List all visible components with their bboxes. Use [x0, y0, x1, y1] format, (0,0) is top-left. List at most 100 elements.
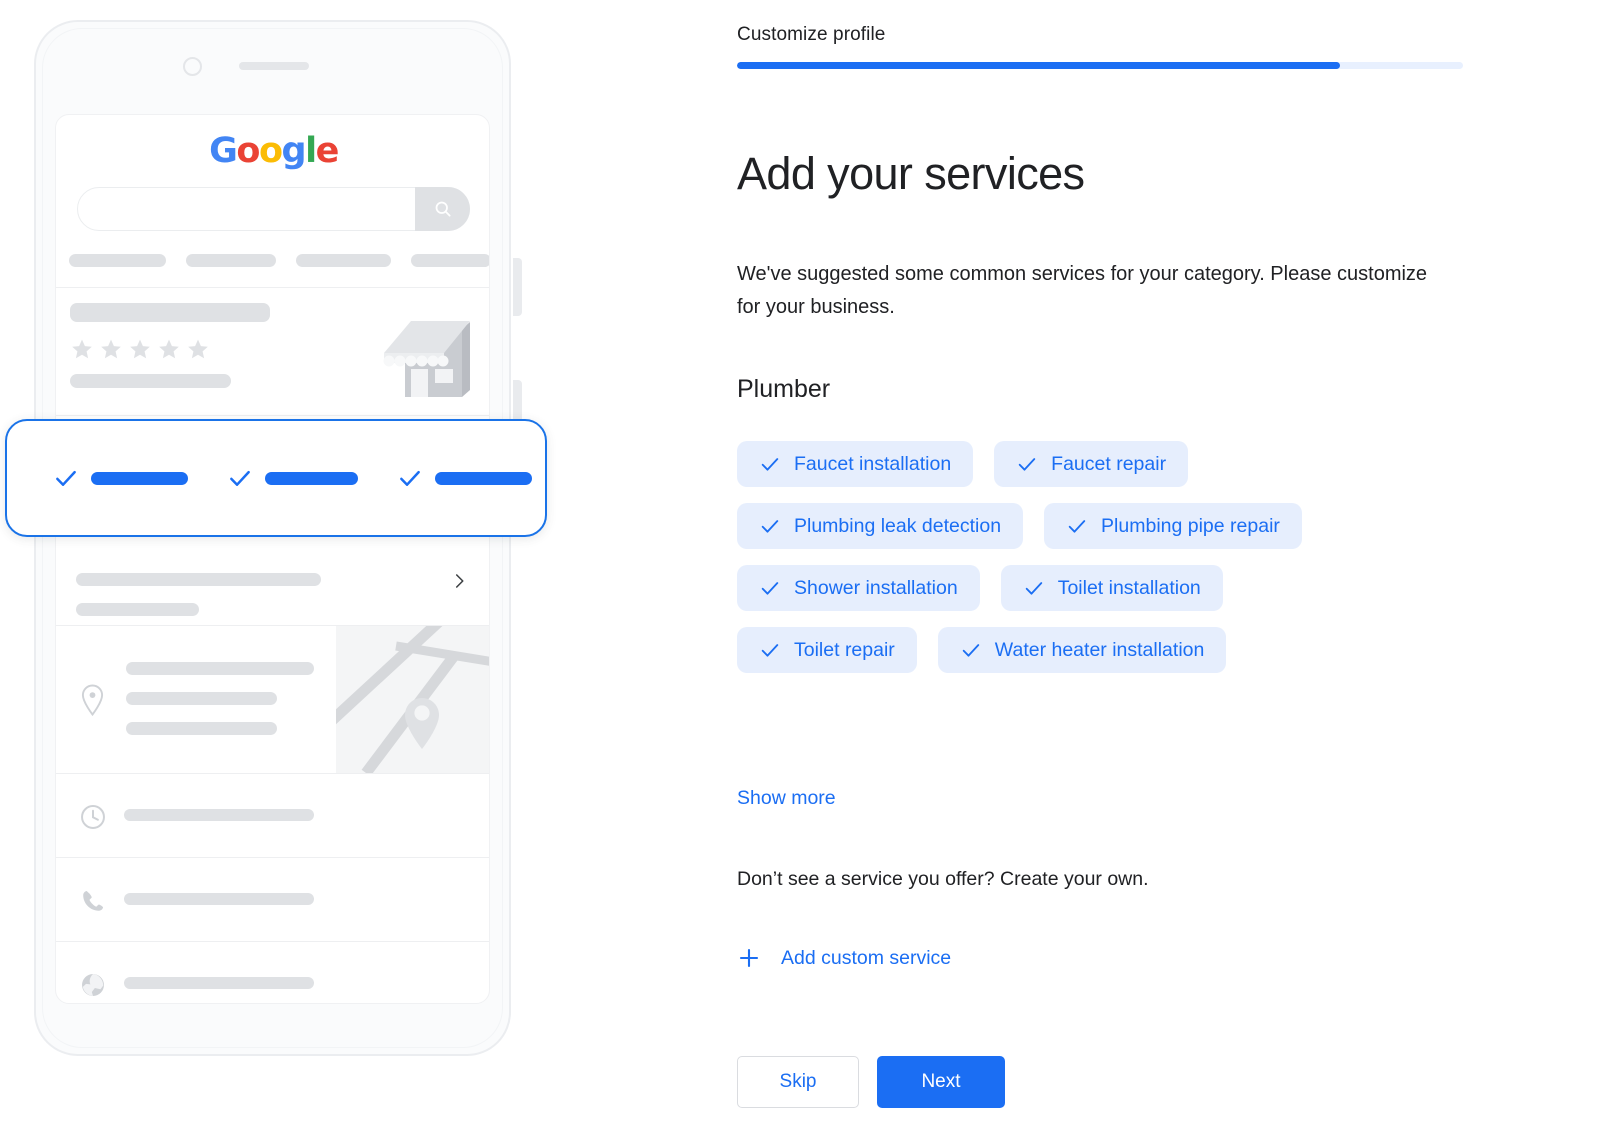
service-chip-group: Faucet installation Faucet repair Plumbing… [737, 441, 1477, 689]
step-label: Customize profile [737, 24, 886, 45]
check-icon [400, 470, 420, 486]
service-chip[interactable]: Toilet installation [1000, 565, 1223, 611]
service-chip-row: Faucet installation Faucet repair [737, 441, 1477, 487]
check-icon [761, 458, 779, 471]
check-icon [761, 520, 779, 533]
category-heading: Plumber [737, 375, 831, 403]
service-chip[interactable]: Shower installation [737, 565, 980, 611]
search-bar[interactable] [77, 187, 470, 231]
globe-icon [79, 971, 107, 1003]
star-icon [72, 339, 92, 359]
next-button[interactable]: Next [877, 1056, 1005, 1108]
placeholder-bar [70, 303, 270, 322]
logo-letter: o [236, 131, 260, 171]
check-icon [1018, 458, 1036, 471]
page-title: Add your services [737, 148, 1085, 199]
add-custom-service-label: Add custom service [781, 946, 952, 969]
placeholder-bar [296, 254, 391, 267]
service-chip-label: Water heater installation [994, 638, 1205, 661]
service-chip-label: Plumbing pipe repair [1101, 514, 1280, 537]
search-icon [435, 201, 451, 217]
service-list-row[interactable] [56, 548, 489, 625]
callout-service-item [227, 465, 358, 491]
check-icon [1025, 582, 1042, 595]
skip-button[interactable]: Skip [737, 1056, 859, 1108]
chevron-right-icon [450, 572, 468, 595]
phone-illustration: Google [0, 0, 700, 1142]
phone-row[interactable] [56, 857, 489, 941]
create-own-text: Don’t see a service you offer? Create yo… [737, 868, 1149, 890]
logo-letter: e [315, 131, 340, 171]
check-icon [230, 470, 250, 486]
service-chip-label: Toilet installation [1057, 576, 1201, 599]
location-pin-icon [79, 684, 106, 721]
placeholder-bar [124, 893, 314, 905]
progress-bar-fill [737, 62, 1340, 69]
star-rating [70, 337, 210, 361]
divider [56, 287, 489, 288]
star-icon [130, 339, 150, 359]
phone-icon [79, 887, 107, 920]
check-icon [761, 582, 779, 595]
show-more-link[interactable]: Show more [737, 787, 836, 810]
search-button[interactable] [415, 187, 470, 231]
placeholder-bar [69, 254, 166, 267]
callout-service-item [397, 465, 532, 491]
plus-icon [739, 948, 759, 968]
check-icon [1068, 520, 1086, 533]
map-thumbnail[interactable] [336, 626, 489, 773]
placeholder-bar [126, 662, 314, 675]
service-chip-label: Shower installation [794, 576, 958, 599]
service-chip[interactable]: Water heater installation [937, 627, 1227, 673]
placeholder-bar [435, 471, 532, 485]
service-chip-label: Plumbing leak detection [794, 514, 1002, 537]
placeholder-bar [124, 809, 314, 821]
progress-bar [737, 62, 1463, 69]
clock-icon [79, 803, 107, 836]
placeholder-bar [70, 374, 231, 388]
star-icon [188, 339, 208, 359]
service-chip-row: Toilet repair Water heater installation [737, 627, 1477, 673]
search-input[interactable] [77, 187, 470, 231]
website-row[interactable] [56, 941, 489, 1003]
hours-row[interactable] [56, 773, 489, 857]
phone-speaker-icon [239, 62, 309, 70]
logo-letter: o [258, 131, 283, 171]
service-chip-label: Toilet repair [794, 638, 895, 661]
phone-volume-button [513, 258, 522, 316]
star-icon [101, 339, 121, 359]
callout-service-item [53, 465, 188, 491]
storefront-icon [378, 307, 474, 399]
placeholder-bar [411, 254, 489, 267]
placeholder-bar [76, 573, 321, 586]
service-chip-row: Shower installation Toilet installation [737, 565, 1477, 611]
add-custom-service-button[interactable]: Add custom service [737, 946, 951, 970]
services-highlight-callout [5, 419, 547, 537]
address-row[interactable] [56, 626, 489, 773]
service-chip-label: Faucet installation [794, 452, 952, 475]
service-chip[interactable]: Plumbing leak detection [737, 503, 1024, 549]
check-icon [761, 644, 779, 657]
service-chip[interactable]: Faucet repair [994, 441, 1189, 487]
service-chip[interactable]: Faucet installation [737, 441, 974, 487]
placeholder-bar [126, 692, 277, 705]
page-description: We've suggested some common services for… [737, 263, 1428, 318]
placeholder-bar [76, 603, 199, 616]
phone-screen: Google [55, 114, 490, 1004]
divider [56, 415, 489, 416]
logo-letter: g [281, 131, 307, 171]
service-chip[interactable]: Toilet repair [737, 627, 917, 673]
placeholder-tab-row [69, 254, 489, 267]
placeholder-bar [124, 977, 314, 989]
action-buttons: Skip Next [737, 1056, 1005, 1108]
logo-letter: l [305, 131, 317, 171]
service-chip[interactable]: Plumbing pipe repair [1044, 503, 1302, 549]
phone-camera-icon [183, 57, 202, 76]
placeholder-bar [126, 722, 277, 735]
onboarding-screen: Google Customize profile Add your servic… [0, 0, 1600, 1142]
logo-letter: G [209, 131, 238, 171]
check-icon [56, 470, 76, 486]
placeholder-bar [265, 471, 358, 485]
form-panel: Customize profile Add your services We'v… [737, 0, 1497, 1142]
google-logo: Google [56, 131, 489, 171]
